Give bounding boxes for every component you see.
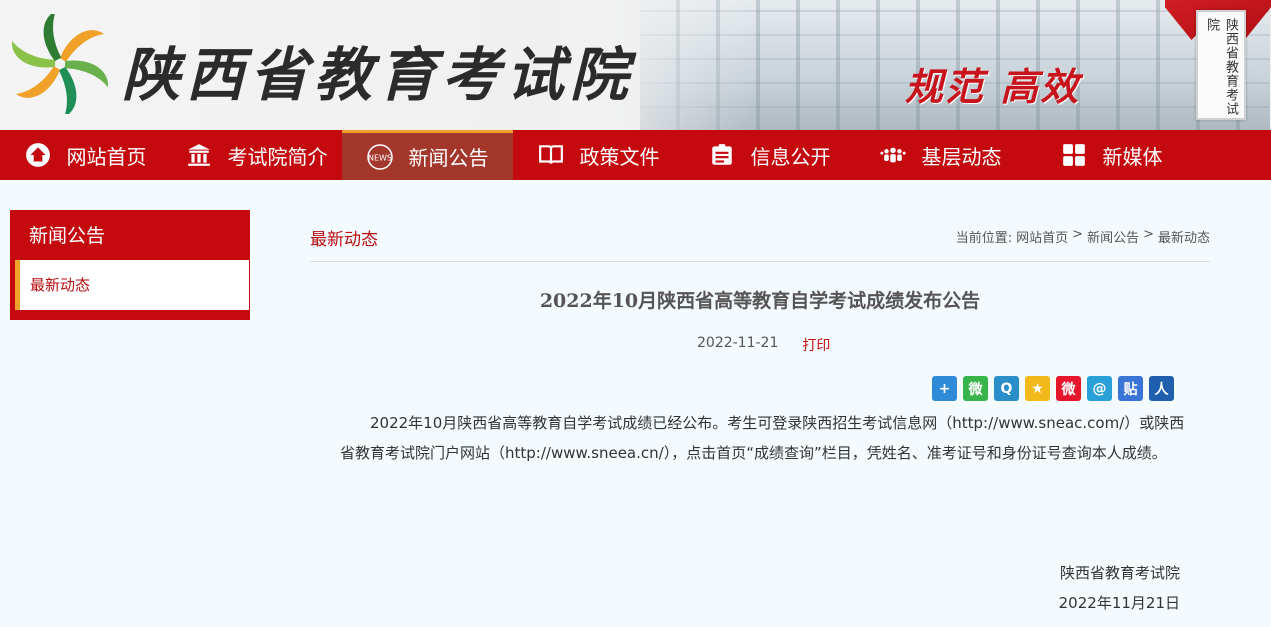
share-bar: + 微 Q ★ 微 @ 贴人: [932, 376, 1174, 401]
nav-item-label: 考试院简介: [227, 144, 328, 169]
renren-icon[interactable]: 人: [1149, 376, 1174, 401]
nav-item-new-media[interactable]: 新媒体: [1026, 130, 1197, 180]
nav-item-label: 新媒体: [1102, 144, 1163, 169]
sidebar-item-latest[interactable]: 最新动态: [15, 260, 249, 310]
news-badge-text: NEWS: [367, 153, 391, 162]
print-link[interactable]: 打印: [802, 335, 830, 355]
article-date: 2022-11-21: [697, 335, 779, 351]
wechat-icon[interactable]: 微: [963, 376, 988, 401]
breadcrumb-news[interactable]: 新闻公告: [1087, 227, 1139, 246]
grid-icon: [1061, 142, 1087, 168]
nav-item-policy[interactable]: 政策文件: [513, 130, 684, 180]
article-title: 2022年10月陕西省高等教育自学考试成绩发布公告: [539, 290, 981, 312]
site-title: 陕西省教育考试院: [122, 41, 635, 109]
nav-item-home[interactable]: 网站首页: [0, 130, 171, 180]
breadcrumb: 当前位置: 网站首页 > 新闻公告 > 最新动态: [956, 227, 1210, 246]
tieba-icon[interactable]: 贴: [1118, 376, 1143, 401]
nav-item-label: 新闻公告: [408, 146, 489, 170]
book-icon: [538, 142, 564, 168]
header-banner: 陕西省教育考试院 规范 高效 陕西省教育考试院: [0, 0, 1271, 130]
institution-icon: [186, 142, 212, 168]
nav-item-label: 信息公开: [750, 144, 831, 169]
qq-icon[interactable]: Q: [994, 376, 1019, 401]
signature-date: 2022年11月21日: [1058, 594, 1180, 612]
breadcrumb-home[interactable]: 网站首页: [1016, 227, 1068, 246]
share-more-icon[interactable]: +: [932, 376, 957, 401]
sidebar-title: 新闻公告: [29, 225, 106, 247]
signature-org: 陕西省教育考试院: [1059, 564, 1180, 582]
id-card-icon: [709, 142, 735, 168]
plaque-text: 陕西省教育考试院: [1204, 18, 1238, 116]
people-icon: [879, 142, 906, 168]
article-signature-block: 陕西省教育考试院 2022年11月21日: [1059, 558, 1180, 618]
nav-item-about[interactable]: 考试院简介: [171, 130, 342, 180]
nav-item-label: 基层动态: [921, 144, 1002, 169]
breadcrumb-prefix: 当前位置:: [955, 231, 1013, 246]
institution-plaque: 陕西省教育考试院: [1196, 10, 1246, 120]
qzone-icon[interactable]: ★: [1025, 376, 1050, 401]
site-logo-icon[interactable]: [10, 14, 110, 114]
breadcrumb-separator: >: [1072, 227, 1084, 242]
tencent-weibo-icon[interactable]: @: [1087, 376, 1112, 401]
news-icon: NEWS: [366, 143, 393, 170]
breadcrumb-separator: >: [1143, 227, 1154, 242]
nav-item-disclosure[interactable]: 信息公开: [684, 130, 855, 180]
home-icon: [25, 142, 51, 168]
weibo-icon[interactable]: 微: [1056, 376, 1081, 401]
sidebar: 新闻公告 最新动态: [10, 210, 250, 320]
article-body: 2022年10月陕西省高等教育自学考试成绩已经公布。考生可登录陕西招生考试信息网…: [340, 414, 1185, 462]
slogan: 规范 高效: [905, 64, 1081, 109]
section-title: 最新动态: [310, 230, 378, 250]
nav-item-news[interactable]: NEWS 新闻公告: [342, 130, 513, 180]
breadcrumb-latest[interactable]: 最新动态: [1158, 227, 1210, 246]
nav-item-label: 网站首页: [66, 144, 147, 169]
nav-item-local-news[interactable]: 基层动态: [855, 130, 1026, 180]
main-nav: 网站首页 考试院简介 NEWS 新闻公告 政策文件 信息公开 基层动态 新媒体: [0, 130, 1271, 180]
divider: [310, 261, 1210, 262]
nav-item-label: 政策文件: [579, 144, 660, 169]
article-meta: 2022-11-21 打印: [697, 335, 830, 355]
